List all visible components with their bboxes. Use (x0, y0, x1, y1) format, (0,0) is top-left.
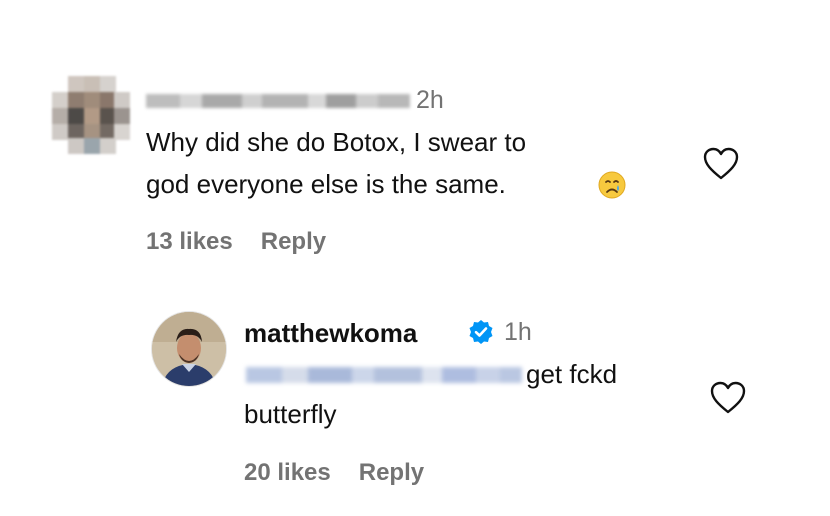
reply-button[interactable]: Reply (359, 459, 424, 486)
heart-icon[interactable] (703, 147, 739, 181)
username[interactable]: matthewkoma (244, 318, 417, 349)
likes-count[interactable]: 20 likes (244, 459, 331, 486)
comment-text-line2: god everyone else is the same. (146, 169, 506, 199)
reply-button[interactable]: Reply (261, 228, 326, 255)
timestamp: 1h (504, 318, 532, 346)
verified-badge-icon (469, 320, 493, 344)
reply-text-line2: butterfly (244, 399, 337, 429)
avatar[interactable] (152, 312, 226, 386)
username-redacted[interactable] (146, 88, 410, 114)
reply-actions: 20 likes Reply (244, 459, 424, 487)
timestamp: 2h (416, 86, 444, 114)
mention-redacted[interactable] (246, 360, 522, 390)
comment-actions: 13 likes Reply (146, 228, 326, 256)
comment-text-line1: Why did she do Botox, I swear to (146, 127, 527, 157)
reply-text-line1: get fckd (526, 359, 618, 389)
heart-icon[interactable] (710, 381, 746, 415)
crying-face-icon (598, 171, 626, 199)
avatar[interactable] (52, 76, 130, 154)
likes-count[interactable]: 13 likes (146, 228, 233, 255)
